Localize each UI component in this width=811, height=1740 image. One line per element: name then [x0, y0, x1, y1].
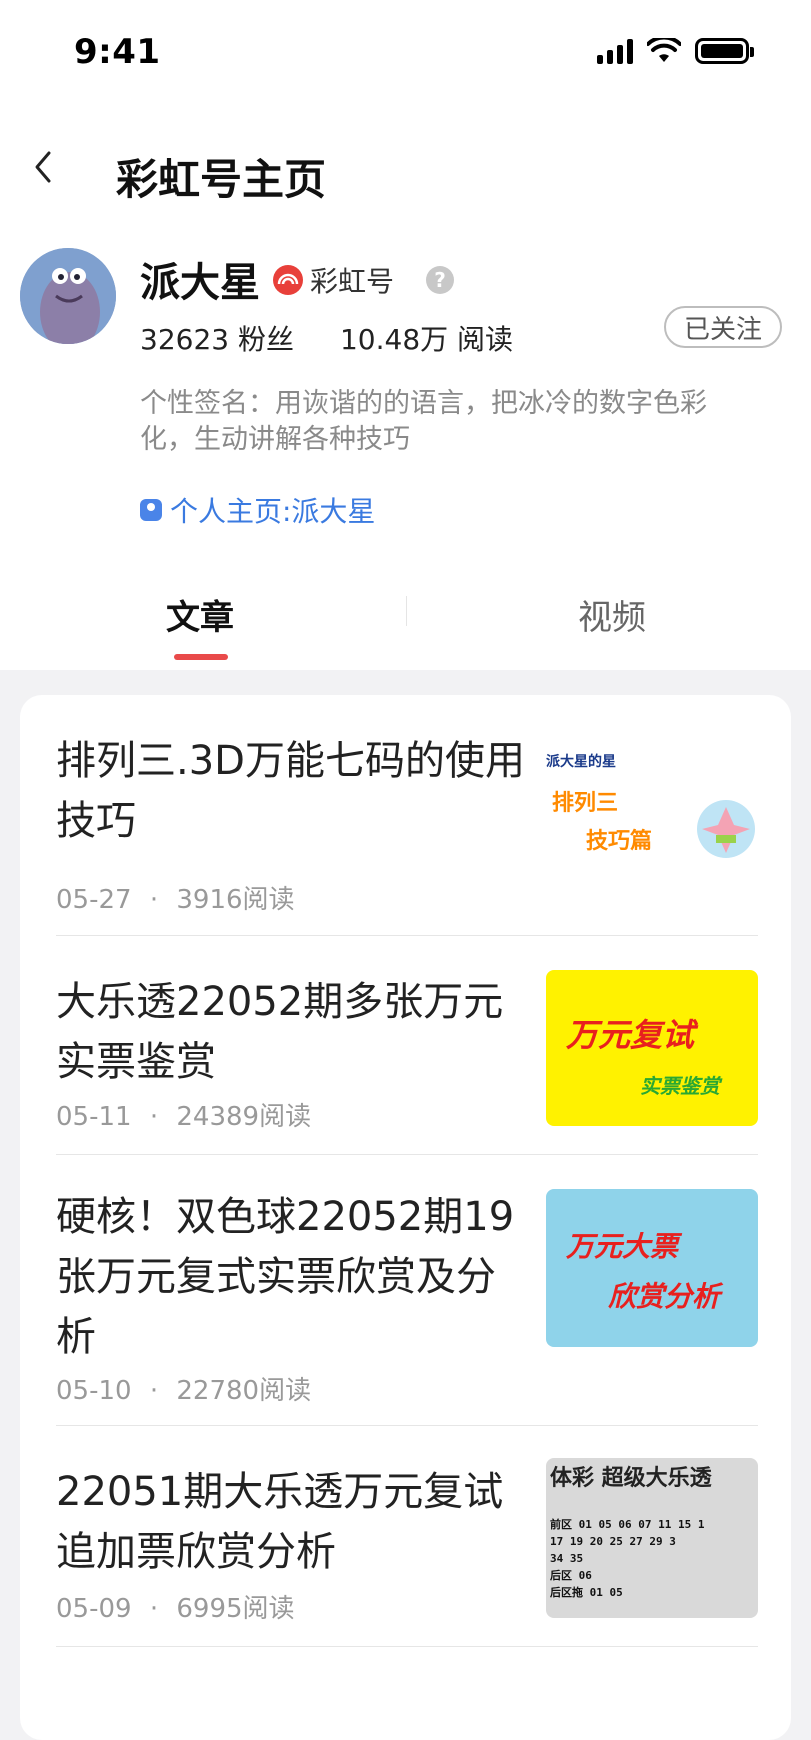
article-reads: 24389阅读: [176, 1102, 312, 1132]
article-item[interactable]: 硬核！双色球22052期19张万元复式实票欣赏及分析 05-10 · 22780…: [20, 1155, 791, 1425]
ticket-line: 后区拖 01 05: [550, 1586, 623, 1599]
article-date: 05-10: [56, 1376, 132, 1406]
article-date: 05-09: [56, 1594, 132, 1624]
user-icon: [140, 499, 162, 521]
ticket-line: 34 35: [550, 1552, 584, 1565]
article-thumbnail: 体彩 超级大乐透 前区 01 05 06 07 11 15 1 17 19 20…: [546, 1458, 758, 1618]
nav-bar: 彩虹号主页: [0, 120, 811, 220]
article-meta: 05-10 · 22780阅读: [56, 1370, 311, 1407]
article-thumbnail: 万元复试 实票鉴赏: [546, 970, 758, 1126]
wifi-icon: [647, 38, 681, 62]
thumbnail-subline: 实票鉴赏: [640, 1074, 720, 1098]
meta-separator: ·: [149, 1376, 159, 1406]
cellular-signal-icon: [597, 38, 633, 64]
ticket-line: 后区 06: [550, 1569, 592, 1582]
article-thumbnail: 派大星的星 排列三 技巧篇: [546, 735, 758, 885]
tab-videos[interactable]: 视频: [578, 590, 646, 639]
content-tabs: 文章 视频: [0, 570, 811, 670]
article-list: 排列三.3D万能七码的使用技巧 05-27 · 3916阅读 派大星的星 排列三…: [20, 695, 791, 1740]
avatar-image: [20, 248, 116, 344]
article-thumbnail: 万元大票 欣赏分析: [546, 1189, 758, 1347]
profile-name: 派大星: [140, 260, 260, 306]
patrick-star-icon: [697, 800, 755, 858]
tab-divider: [406, 596, 407, 626]
article-item[interactable]: 大乐透22052期多张万元实票鉴赏 05-11 · 24389阅读 万元复试 实…: [20, 936, 791, 1154]
profile-header: 派大星 彩虹号 ? 32623 粉丝 10.48万 阅读 已关注 个性签名：用诙…: [0, 240, 811, 540]
ticket-lines: 前区 01 05 06 07 11 15 1 17 19 20 25 27 29…: [550, 1516, 704, 1601]
homepage-link-label: 个人主页:派大星: [170, 495, 376, 528]
thumbnail-subline: 欣赏分析: [608, 1280, 721, 1313]
page-title: 彩虹号主页: [116, 155, 327, 204]
ticket-line: 前区 01 05 06 07 11 15 1: [550, 1518, 705, 1531]
help-icon[interactable]: ?: [426, 266, 454, 294]
status-bar: 9:41: [0, 0, 811, 110]
thumbnail-headline: 体彩 超级大乐透: [550, 1466, 712, 1491]
profile-signature: 个性签名：用诙谐的的语言，把冰冷的数字色彩化，生动讲解各种技巧: [140, 388, 707, 455]
avatar[interactable]: [20, 248, 116, 344]
article-title: 排列三.3D万能七码的使用技巧: [56, 738, 525, 844]
followers-count: 32623 粉丝: [140, 323, 294, 356]
article-title: 硬核！双色球22052期19张万元复式实票欣赏及分析: [56, 1194, 515, 1360]
tab-articles[interactable]: 文章: [166, 590, 234, 639]
article-title: 大乐透22052期多张万元实票鉴赏: [56, 979, 504, 1085]
article-item[interactable]: 排列三.3D万能七码的使用技巧 05-27 · 3916阅读 派大星的星 排列三…: [20, 695, 791, 935]
article-reads: 3916阅读: [176, 885, 295, 915]
status-time: 9:41: [74, 32, 161, 72]
meta-separator: ·: [149, 1102, 159, 1132]
profile-stats: 32623 粉丝 10.48万 阅读: [140, 318, 513, 358]
article-meta: 05-09 · 6995阅读: [56, 1588, 295, 1625]
follow-button[interactable]: 已关注: [664, 306, 782, 348]
battery-icon: [695, 38, 754, 64]
badge-label: 彩虹号: [310, 265, 395, 298]
meta-separator: ·: [149, 1594, 159, 1624]
back-button[interactable]: [18, 142, 68, 192]
article-date: 05-11: [56, 1102, 132, 1132]
thumbnail-headline: 万元大票: [566, 1230, 679, 1263]
thumbnail-subline: 技巧篇: [586, 829, 653, 854]
ticket-line: 17 19 20 25 27 29 3: [550, 1535, 676, 1548]
article-date: 05-27: [56, 885, 132, 915]
thumbnail-caption: 派大星的星: [546, 754, 616, 770]
article-meta: 05-11 · 24389阅读: [56, 1096, 311, 1133]
active-tab-indicator: [174, 654, 228, 660]
rainbow-icon: [273, 265, 303, 295]
list-divider: [56, 1646, 758, 1647]
thumbnail-headline: 排列三: [552, 791, 619, 816]
homepage-link[interactable]: 个人主页:派大星: [140, 490, 375, 530]
article-meta: 05-27 · 3916阅读: [56, 879, 295, 916]
article-item[interactable]: 22051期大乐透万元复试追加票欣赏分析 05-09 · 6995阅读 体彩 超…: [20, 1426, 791, 1646]
meta-separator: ·: [149, 885, 159, 915]
thumbnail-headline: 万元复试: [566, 1016, 695, 1054]
status-icons: [597, 38, 754, 64]
article-reads: 6995阅读: [176, 1594, 295, 1624]
reads-count: 10.48万 阅读: [339, 323, 514, 356]
article-title: 22051期大乐透万元复试追加票欣赏分析: [56, 1469, 504, 1575]
chevron-left-icon: [35, 151, 51, 183]
article-reads: 22780阅读: [176, 1376, 312, 1406]
rainbow-badge: 彩虹号: [272, 260, 394, 300]
profile-page: 9:41 彩虹号主页 派大星 彩虹号 ? 32623 粉丝 10.48万 阅读 …: [0, 0, 811, 1740]
